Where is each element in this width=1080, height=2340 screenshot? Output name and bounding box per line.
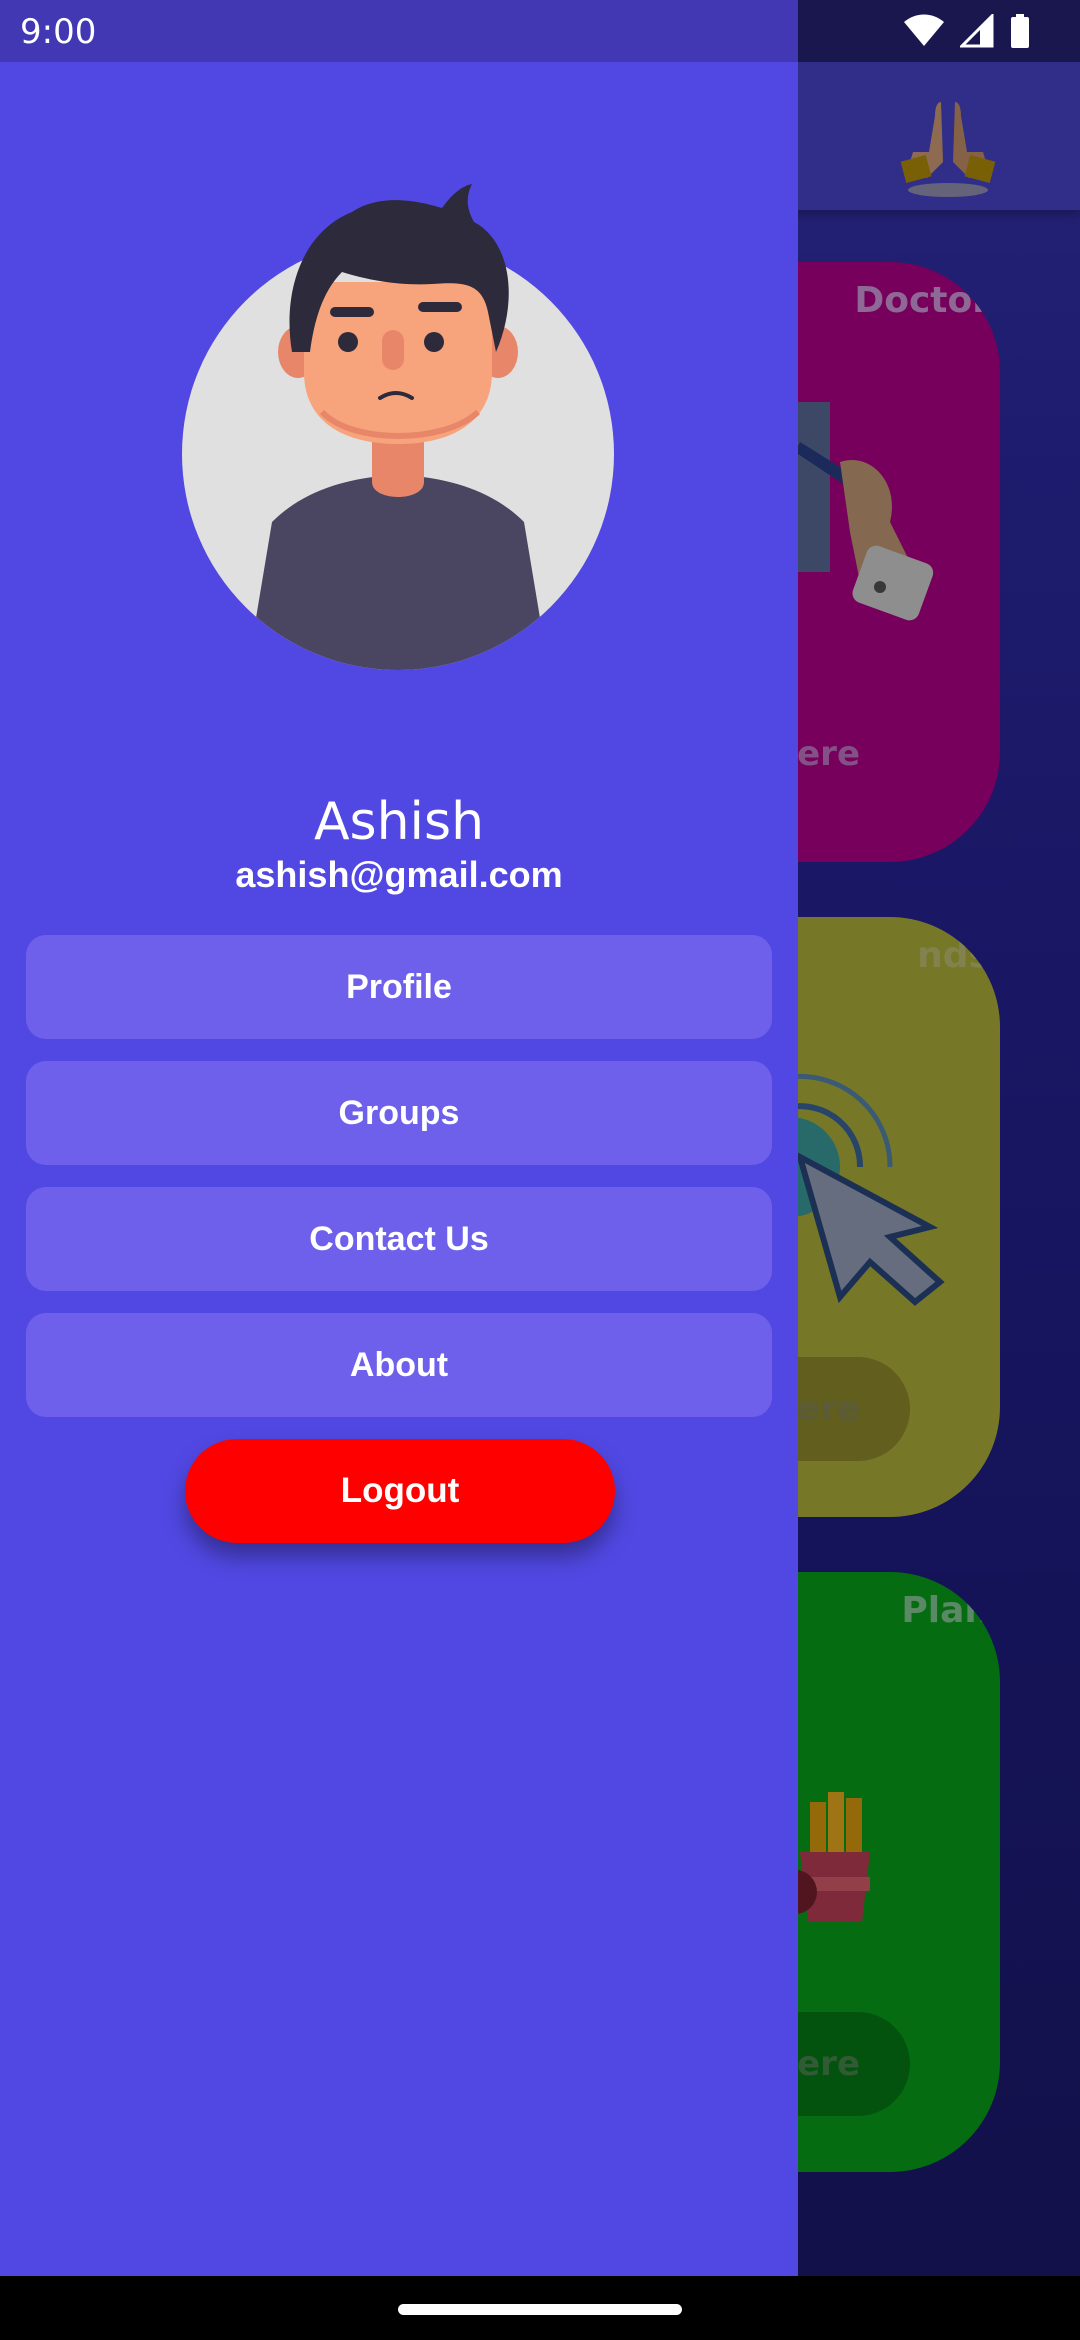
status-time: 9:00: [20, 12, 97, 52]
groups-button[interactable]: Groups: [26, 1061, 772, 1165]
logout-button[interactable]: Logout: [185, 1439, 615, 1543]
wifi-icon: [904, 14, 944, 46]
user-name: Ashish: [313, 792, 485, 852]
user-avatar[interactable]: [182, 182, 618, 672]
status-bar: 9:00: [0, 0, 1080, 62]
profile-button[interactable]: Profile: [26, 935, 772, 1039]
battery-icon: [1011, 14, 1029, 48]
navigation-drawer: Ashish ashish@gmail.com Profile Groups C…: [0, 62, 798, 2276]
gesture-handle[interactable]: [398, 2304, 682, 2315]
signal-icon: [960, 14, 994, 48]
contact-us-button[interactable]: Contact Us: [26, 1187, 772, 1291]
about-button[interactable]: About: [26, 1313, 772, 1417]
system-nav-bar: [0, 2276, 1080, 2340]
user-email: ashish@gmail.com: [235, 854, 563, 895]
